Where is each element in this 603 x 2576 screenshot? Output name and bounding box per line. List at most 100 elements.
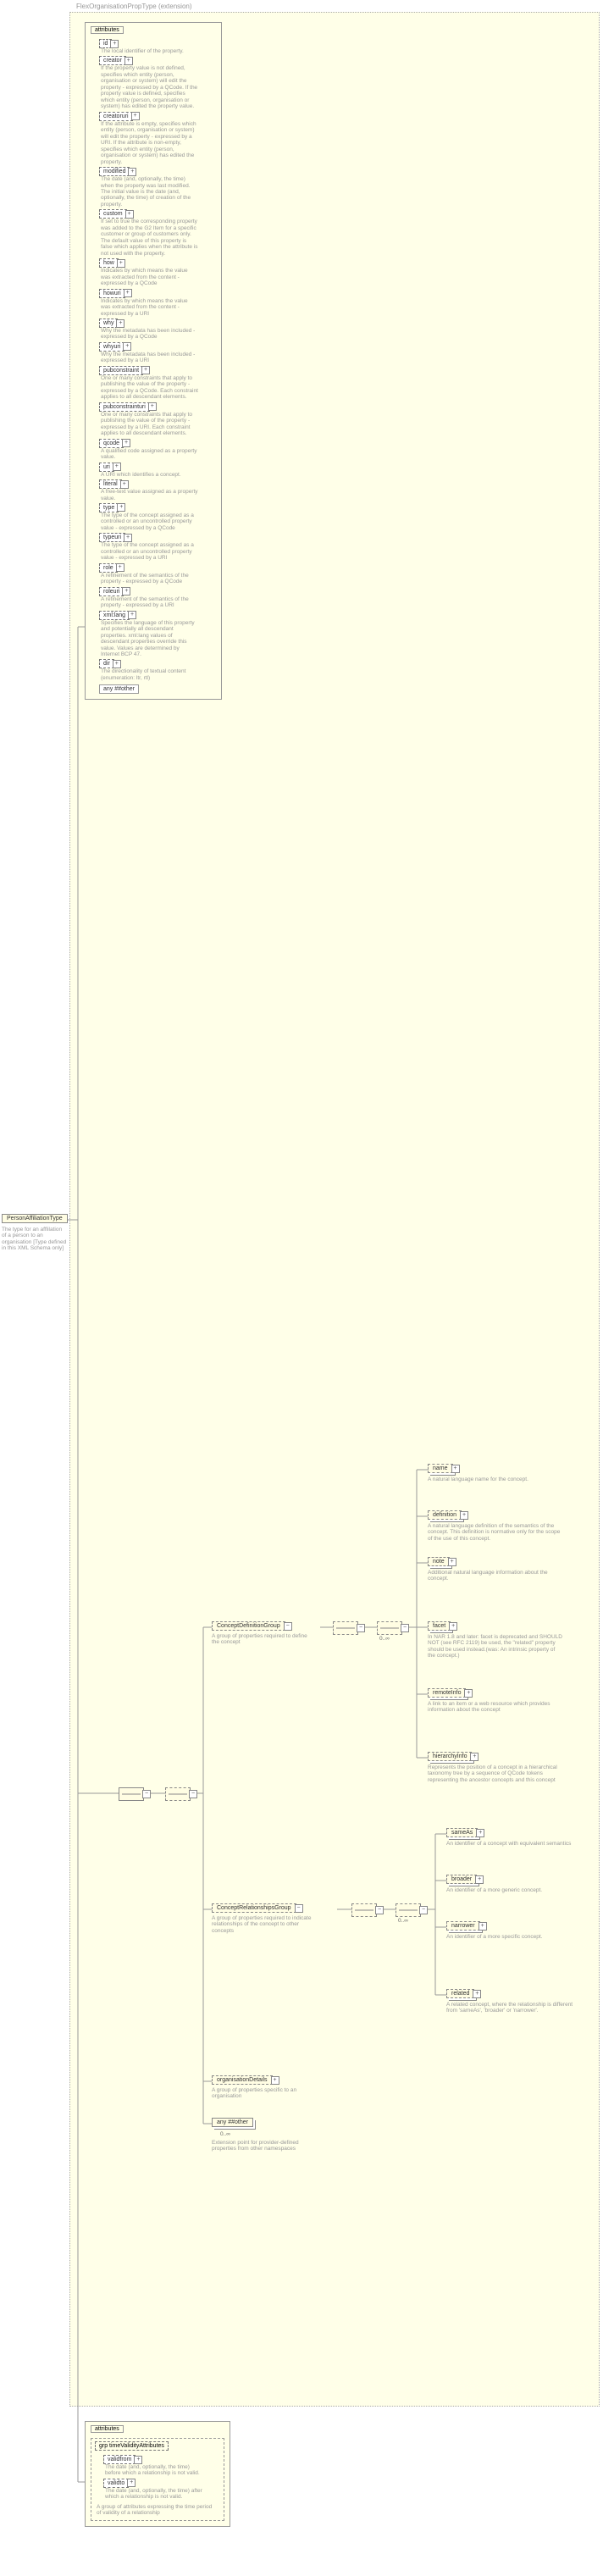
attribute-name[interactable]: qcode+: [99, 439, 124, 448]
tv-attribute-name[interactable]: validto+: [103, 2479, 129, 2488]
inner-sequence[interactable]: −: [165, 1787, 191, 1801]
cdg-child-label: remoteInfo: [433, 1690, 461, 1696]
expand-icon[interactable]: +: [476, 1829, 484, 1837]
attribute-name[interactable]: xml:lang+: [99, 611, 130, 620]
expand-icon[interactable]: +: [460, 1511, 468, 1520]
expand-icon[interactable]: +: [113, 660, 121, 668]
expand-icon[interactable]: +: [128, 611, 136, 619]
root-element[interactable]: PersonAffiliationType: [2, 1214, 68, 1223]
expand-icon[interactable]: +: [124, 57, 133, 65]
cdg-child[interactable]: name+: [428, 1464, 453, 1473]
expand-icon[interactable]: +: [128, 168, 136, 176]
expand-icon[interactable]: +: [117, 259, 125, 268]
expand-icon[interactable]: +: [473, 1990, 481, 1998]
expand-icon[interactable]: +: [464, 1689, 473, 1698]
attribute-name[interactable]: dir+: [99, 659, 114, 668]
crg-child-caption: An identifier of a concept with equivale…: [446, 1841, 573, 1847]
expand-icon[interactable]: +: [113, 463, 121, 471]
expand-icon[interactable]: +: [134, 2456, 142, 2464]
concept-definition-group-caption: A group of properties required to define…: [212, 1633, 313, 1646]
expand-icon[interactable]: −: [375, 1906, 384, 1914]
expand-icon[interactable]: +: [451, 1465, 460, 1473]
root-element-label: PersonAffiliationType: [7, 1216, 63, 1222]
attribute-name[interactable]: whyuri+: [99, 342, 124, 352]
any-other-element-label: any ##other: [217, 2119, 248, 2125]
cdg-child-label: name: [433, 1465, 448, 1471]
attribute-name[interactable]: id+: [99, 39, 112, 48]
crg-child-label: narrower: [451, 1923, 475, 1929]
expand-icon[interactable]: +: [448, 1558, 456, 1566]
expand-icon[interactable]: +: [122, 439, 130, 447]
attribute-desc: One or many constraints that apply to pu…: [101, 412, 198, 437]
attribute-name[interactable]: role+: [99, 563, 118, 573]
cdg-child[interactable]: remoteInfo+: [428, 1688, 466, 1698]
expand-icon[interactable]: −: [419, 1906, 428, 1914]
attribute-name[interactable]: roleuri+: [99, 587, 124, 596]
attribute-name[interactable]: howuri+: [99, 289, 125, 298]
crg-child[interactable]: narrower+: [446, 1921, 480, 1931]
attribute-item: id+The local identifier of the property.: [99, 39, 216, 54]
crg-choice[interactable]: −: [396, 1903, 421, 1917]
attribute-name[interactable]: creator+: [99, 56, 126, 65]
expand-icon[interactable]: +: [124, 289, 132, 297]
expand-icon[interactable]: +: [123, 342, 131, 351]
crg-child-caption: An identifier of a more generic concept.: [446, 1887, 573, 1893]
organisation-details[interactable]: organisationDetails +: [212, 2075, 273, 2085]
expand-icon[interactable]: +: [449, 1622, 457, 1631]
expand-icon[interactable]: +: [271, 2076, 279, 2085]
expand-icon[interactable]: +: [117, 503, 125, 512]
attribute-item: dir+The directionality of textual conten…: [99, 659, 216, 681]
expand-icon[interactable]: −: [284, 1622, 292, 1631]
attribute-name[interactable]: creatoruri+: [99, 112, 133, 121]
expand-icon[interactable]: −: [357, 1624, 365, 1632]
cdg-sequence[interactable]: −: [333, 1621, 358, 1635]
cdg-child[interactable]: facet+: [428, 1621, 451, 1631]
attribute-name[interactable]: pubconstraint+: [99, 366, 143, 375]
attribute-item: how+Indicates by which means the value w…: [99, 258, 216, 286]
concept-relationships-group[interactable]: ConceptRelationshipsGroup −: [212, 1903, 296, 1913]
crg-child[interactable]: broader+: [446, 1875, 477, 1884]
attribute-item: uri+A URI which identifies a concept.: [99, 463, 216, 478]
group-label: ConceptRelationshipsGroup: [217, 1905, 291, 1911]
cdg-child[interactable]: definition+: [428, 1510, 462, 1520]
expand-icon[interactable]: −: [295, 1904, 303, 1913]
attribute-name[interactable]: pubconstrainturi+: [99, 402, 150, 412]
attribute-name[interactable]: how+: [99, 258, 119, 268]
expand-icon[interactable]: +: [479, 1922, 487, 1931]
any-other-element[interactable]: any ##other: [212, 2118, 253, 2127]
expand-icon[interactable]: +: [475, 1875, 484, 1884]
attribute-item: xml:lang+Specifies the language of this …: [99, 611, 216, 658]
attribute-name[interactable]: custom+: [99, 209, 127, 219]
attribute-name[interactable]: literal+: [99, 479, 122, 489]
expand-icon[interactable]: −: [189, 1790, 197, 1798]
tv-attribute-name[interactable]: validfrom+: [103, 2455, 136, 2464]
crg-child[interactable]: sameAs+: [446, 1828, 478, 1837]
cdg-choice[interactable]: −: [377, 1621, 402, 1635]
attribute-name[interactable]: uri+: [99, 463, 114, 472]
expand-icon[interactable]: −: [142, 1790, 151, 1798]
expand-icon[interactable]: +: [110, 40, 119, 48]
expand-icon[interactable]: +: [131, 112, 140, 120]
expand-icon[interactable]: +: [122, 587, 130, 596]
attribute-name[interactable]: type+: [99, 503, 119, 512]
expand-icon[interactable]: +: [116, 563, 124, 572]
expand-icon[interactable]: +: [125, 210, 134, 219]
main-sequence[interactable]: −: [119, 1787, 144, 1801]
expand-icon[interactable]: +: [116, 319, 124, 328]
cdg-child[interactable]: note+: [428, 1557, 450, 1566]
expand-icon[interactable]: +: [120, 480, 129, 489]
expand-icon[interactable]: +: [470, 1753, 479, 1761]
expand-icon[interactable]: +: [148, 402, 157, 411]
attribute-name[interactable]: typeuri+: [99, 533, 125, 542]
expand-icon[interactable]: +: [127, 2479, 136, 2487]
expand-icon[interactable]: +: [124, 534, 132, 542]
crg-sequence[interactable]: −: [351, 1903, 377, 1917]
attribute-desc: If the attribute is empty, specifies whi…: [101, 121, 198, 165]
crg-child[interactable]: related+: [446, 1989, 474, 1998]
expand-icon[interactable]: +: [141, 366, 150, 374]
attribute-name[interactable]: why+: [99, 319, 118, 328]
concept-definition-group[interactable]: ConceptDefinitionGroup −: [212, 1621, 285, 1631]
attribute-name[interactable]: modified+: [99, 167, 130, 176]
cdg-child[interactable]: hierarchyInfo+: [428, 1752, 472, 1761]
expand-icon[interactable]: −: [401, 1624, 409, 1632]
